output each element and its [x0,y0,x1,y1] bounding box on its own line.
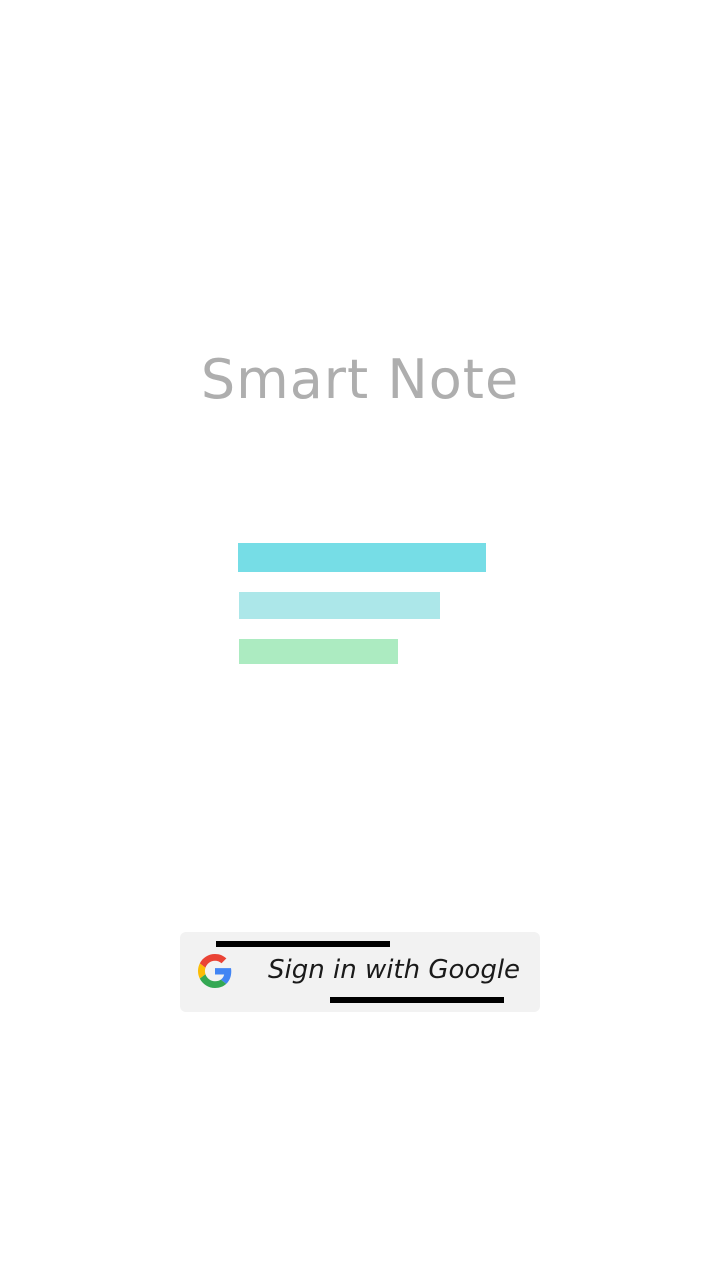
logo-bar-1 [238,543,486,572]
app-title: Smart Note [200,348,520,411]
logo-bar-2 [239,592,440,619]
logo-bar-3 [239,639,398,664]
splash-screen: Smart Note Sign in with Google [0,0,720,1280]
signin-label: Sign in with Google [268,955,521,985]
overlay-line-bottom [330,997,504,1003]
overlay-line-top [216,941,390,947]
google-icon [198,954,232,988]
google-signin-button[interactable]: Sign in with Google [180,932,540,1012]
